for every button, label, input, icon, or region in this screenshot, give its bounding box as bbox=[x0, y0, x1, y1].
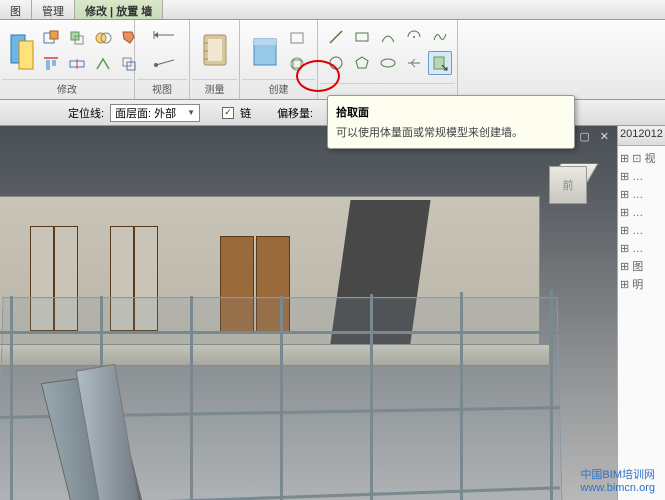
draw-inscribed-button[interactable] bbox=[285, 52, 309, 76]
tree-item[interactable]: ⊞ … bbox=[620, 204, 663, 222]
watermark: 中国BIM培训网 www.bimcn.org bbox=[580, 466, 655, 494]
viewport-restore[interactable]: ▢ bbox=[579, 130, 589, 143]
line-tool[interactable] bbox=[324, 25, 348, 49]
tab-modify-place-wall[interactable]: 修改 | 放置 墙 bbox=[75, 0, 163, 19]
tooltip-title: 拾取面 bbox=[336, 104, 566, 120]
measure-tool-button[interactable] bbox=[197, 27, 232, 75]
measure-button[interactable] bbox=[150, 49, 174, 73]
tree-item[interactable]: ⊞ … bbox=[620, 222, 663, 240]
panel-create-label: 创建 bbox=[242, 79, 315, 97]
chain-label: 链 bbox=[240, 105, 251, 121]
project-browser-title: 2012012 bbox=[617, 126, 665, 146]
tree-item[interactable]: ⊞ … bbox=[620, 186, 663, 204]
view-cube[interactable]: 前 bbox=[549, 166, 593, 210]
panel-view-label: 视图 bbox=[137, 79, 187, 97]
polygon-tool[interactable] bbox=[350, 51, 374, 75]
model-geometry bbox=[0, 166, 617, 500]
tree-item[interactable]: ⊞ 图 bbox=[620, 258, 663, 276]
dimension-button[interactable] bbox=[150, 23, 174, 47]
chain-checkbox[interactable]: ✓ bbox=[222, 107, 234, 119]
panel-view: 视图 bbox=[135, 20, 190, 99]
circle-tool[interactable] bbox=[324, 51, 348, 75]
cube-front[interactable]: 前 bbox=[549, 166, 587, 204]
rect-tool[interactable] bbox=[350, 25, 374, 49]
location-line-label: 定位线: bbox=[68, 105, 104, 121]
ribbon-tabs: 图 管理 修改 | 放置 墙 bbox=[0, 0, 665, 20]
panel-modify: 修改 bbox=[0, 20, 135, 99]
ribbon: 修改 视图 测量 创建 bbox=[0, 20, 665, 100]
tree-item[interactable]: ⊞ … bbox=[620, 168, 663, 186]
cut-button[interactable] bbox=[65, 26, 89, 50]
trim-button[interactable] bbox=[91, 52, 115, 76]
viewport-3d[interactable]: — ▢ ✕ 前 bbox=[0, 126, 617, 500]
location-line-select[interactable]: 面层面: 外部 bbox=[110, 104, 200, 122]
viewport-close[interactable]: ✕ bbox=[600, 130, 609, 143]
project-browser[interactable]: ⊞ ⊡ 视 ⊞ … ⊞ … ⊞ … ⊞ … ⊞ … ⊞ 图 ⊞ 明 bbox=[617, 146, 665, 500]
panel-modify-label: 修改 bbox=[2, 79, 132, 97]
offset-label: 偏移量: bbox=[277, 105, 313, 121]
tree-item[interactable]: ⊞ 明 bbox=[620, 276, 663, 294]
panel-measure: 测量 bbox=[190, 20, 240, 99]
tab-view[interactable]: 图 bbox=[0, 0, 32, 19]
align-button[interactable] bbox=[39, 52, 63, 76]
panel-measure-label: 测量 bbox=[192, 79, 237, 97]
create-wall-button[interactable] bbox=[247, 27, 283, 75]
arc-tool[interactable] bbox=[376, 25, 400, 49]
tree-item[interactable]: ⊞ ⊡ 视 bbox=[620, 150, 663, 168]
project-tree[interactable]: ⊞ ⊡ 视 ⊞ … ⊞ … ⊞ … ⊞ … ⊞ … ⊞ 图 ⊞ 明 bbox=[618, 146, 665, 298]
tree-item[interactable]: ⊞ … bbox=[620, 240, 663, 258]
panel-create: 创建 bbox=[240, 20, 318, 99]
tooltip-pick-face: 拾取面 可以使用体量面或常规模型来创建墙。 bbox=[327, 95, 575, 149]
panel-draw bbox=[318, 20, 458, 99]
split-button[interactable] bbox=[65, 52, 89, 76]
join-button[interactable] bbox=[91, 26, 115, 50]
tab-manage[interactable]: 管理 bbox=[32, 0, 75, 19]
cope-button[interactable] bbox=[39, 26, 63, 50]
pick-face-tool[interactable] bbox=[428, 51, 452, 75]
tooltip-body: 可以使用体量面或常规模型来创建墙。 bbox=[336, 124, 566, 140]
spline-tool[interactable] bbox=[428, 25, 452, 49]
draw-rect-button[interactable] bbox=[285, 26, 309, 50]
ellipse-tool[interactable] bbox=[376, 51, 400, 75]
cut-geometry-button[interactable] bbox=[7, 27, 37, 75]
pick-line-tool[interactable] bbox=[402, 51, 426, 75]
arc-center-tool[interactable] bbox=[402, 25, 426, 49]
